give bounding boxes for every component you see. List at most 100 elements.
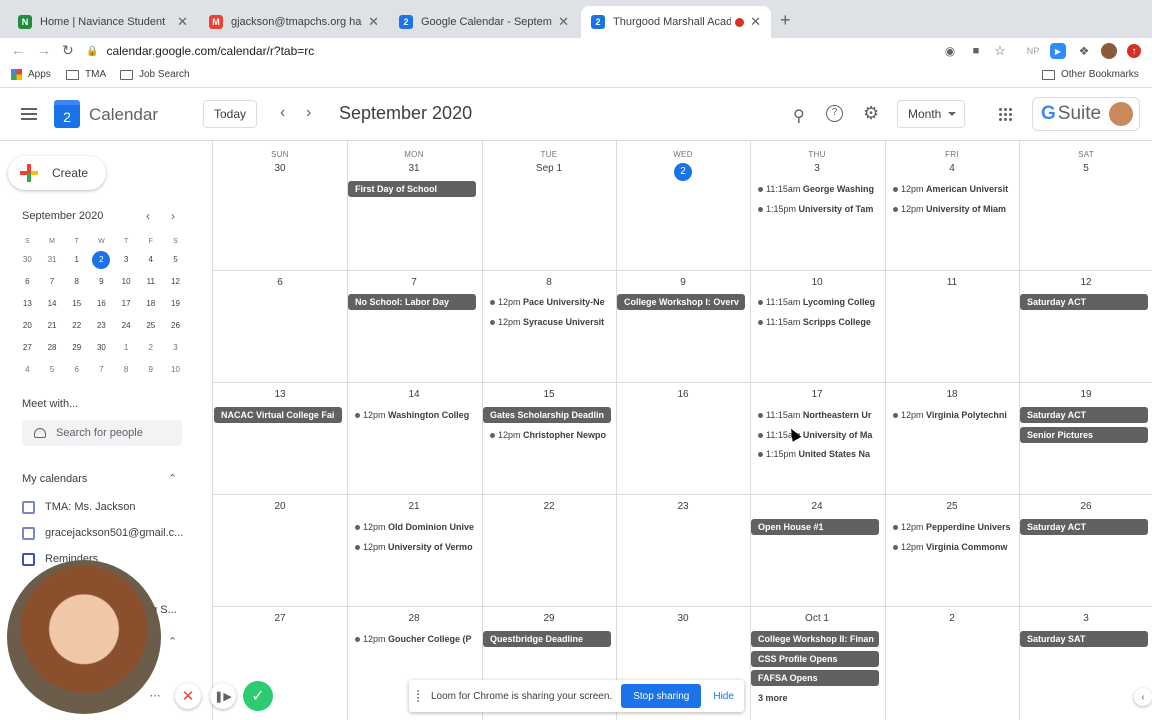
all-day-event[interactable]: Gates Scholarship Deadlin bbox=[483, 407, 611, 423]
mini-day[interactable]: 14 bbox=[40, 293, 65, 315]
mini-day[interactable]: 10 bbox=[163, 359, 188, 381]
more-events-link[interactable]: 3 more bbox=[751, 690, 879, 706]
np-extension-icon[interactable]: NP bbox=[1024, 43, 1042, 59]
day-number[interactable]: 14 bbox=[347, 389, 481, 400]
mini-day[interactable]: 9 bbox=[89, 271, 114, 293]
mini-day[interactable]: 30 bbox=[89, 337, 114, 359]
timed-event[interactable]: 12pm Washington Colleg bbox=[355, 407, 479, 423]
pause-recording-icon[interactable]: ❚▶ bbox=[210, 683, 236, 709]
mini-day[interactable]: 29 bbox=[64, 337, 89, 359]
mini-day[interactable]: 24 bbox=[114, 315, 139, 337]
all-day-event[interactable]: CSS Profile Opens bbox=[751, 650, 879, 667]
mini-day[interactable]: 13 bbox=[15, 293, 40, 315]
all-day-event[interactable]: No School: Labor Day bbox=[348, 294, 476, 310]
day-number[interactable]: Oct 1 bbox=[750, 613, 884, 624]
day-number[interactable]: 19 bbox=[1019, 389, 1152, 400]
timed-event[interactable]: 12pm University of Vermo bbox=[355, 539, 479, 555]
close-tab-icon[interactable]: ✕ bbox=[368, 14, 379, 30]
bookmark-tma[interactable]: TMA bbox=[66, 69, 106, 80]
main-menu-icon[interactable] bbox=[21, 108, 37, 120]
update-icon[interactable]: ↑ bbox=[1127, 44, 1141, 58]
mini-day[interactable]: 26 bbox=[163, 315, 188, 337]
mini-next-icon[interactable]: › bbox=[171, 209, 175, 223]
day-number[interactable]: 18 bbox=[885, 389, 1019, 400]
day-number[interactable]: 3 bbox=[750, 163, 884, 174]
day-number[interactable]: 20 bbox=[213, 501, 347, 512]
browser-tab[interactable]: 2 Thurgood Marshall Academ ✕ bbox=[581, 6, 771, 38]
gsuite-account-button[interactable]: G Suite bbox=[1032, 97, 1140, 131]
mini-day[interactable]: 8 bbox=[64, 271, 89, 293]
drag-handle-icon[interactable] bbox=[417, 690, 423, 702]
mini-day[interactable]: 1 bbox=[64, 249, 89, 271]
day-number[interactable]: 10 bbox=[750, 277, 884, 288]
close-tab-icon[interactable]: ✕ bbox=[750, 14, 761, 30]
day-number[interactable]: 2 bbox=[885, 613, 1019, 624]
help-icon[interactable]: ? bbox=[826, 105, 843, 122]
day-number[interactable]: 23 bbox=[616, 501, 750, 512]
mini-day[interactable]: 20 bbox=[15, 315, 40, 337]
all-day-event[interactable]: College Workshop I: Overv bbox=[617, 294, 745, 310]
day-number[interactable]: 21 bbox=[347, 501, 481, 512]
day-number[interactable]: 31 bbox=[347, 163, 481, 174]
side-panel-toggle-icon[interactable]: ‹ bbox=[1134, 688, 1152, 706]
day-number[interactable]: 7 bbox=[347, 277, 481, 288]
other-bookmarks[interactable]: Other Bookmarks bbox=[1042, 69, 1139, 80]
mini-day[interactable]: 28 bbox=[40, 337, 65, 359]
day-number[interactable]: 15 bbox=[482, 389, 616, 400]
mini-day[interactable]: 11 bbox=[138, 271, 163, 293]
mini-day[interactable]: 31 bbox=[40, 249, 65, 271]
camera-icon[interactable]: ■ bbox=[968, 43, 984, 59]
day-number[interactable]: 11 bbox=[885, 277, 1019, 288]
timed-event[interactable]: 12pm Goucher College (P bbox=[355, 631, 479, 647]
timed-event[interactable]: 12pm Virginia Polytechni bbox=[893, 407, 1017, 423]
mini-day[interactable]: 9 bbox=[138, 359, 163, 381]
timed-event[interactable]: 11:15am University of Ma bbox=[758, 427, 882, 443]
browser-tab[interactable]: 2 Google Calendar - September ✕ bbox=[389, 6, 579, 38]
day-number[interactable]: 6 bbox=[213, 277, 347, 288]
puzzle-icon[interactable]: ❖ bbox=[1076, 43, 1092, 59]
day-number[interactable]: 29 bbox=[482, 613, 616, 624]
mini-day[interactable]: 6 bbox=[15, 271, 40, 293]
mini-day[interactable]: 21 bbox=[40, 315, 65, 337]
mini-day[interactable]: 27 bbox=[15, 337, 40, 359]
timed-event[interactable]: 12pm Virginia Commonw bbox=[893, 539, 1017, 555]
close-tab-icon[interactable]: ✕ bbox=[558, 14, 569, 30]
timed-event[interactable]: 12pm Pace University-Ne bbox=[490, 294, 614, 310]
forward-icon[interactable]: → bbox=[37, 42, 51, 58]
timed-event[interactable]: 1:15pm University of Tam bbox=[758, 201, 882, 217]
all-day-event[interactable]: Saturday ACT bbox=[1020, 519, 1148, 535]
new-tab-button[interactable]: + bbox=[780, 10, 791, 31]
chevron-up-icon[interactable]: ⌃ bbox=[168, 635, 177, 648]
timed-event[interactable]: 11:15am Lycoming Colleg bbox=[758, 294, 882, 310]
mini-day[interactable]: 4 bbox=[138, 249, 163, 271]
mini-day[interactable]: 12 bbox=[163, 271, 188, 293]
mini-day[interactable]: 22 bbox=[64, 315, 89, 337]
my-calendars-heading[interactable]: My calendars bbox=[22, 473, 87, 485]
checkbox[interactable] bbox=[22, 526, 35, 540]
bookmark-job-search[interactable]: Job Search bbox=[120, 69, 190, 80]
webcam-bubble[interactable] bbox=[7, 560, 161, 714]
day-number[interactable]: 17 bbox=[750, 389, 884, 400]
calendar-item-tma[interactable]: TMA: Ms. Jackson bbox=[22, 498, 135, 516]
mini-day[interactable]: 7 bbox=[40, 271, 65, 293]
profile-avatar[interactable] bbox=[1101, 43, 1117, 59]
finish-recording-icon[interactable]: ✓ bbox=[243, 681, 273, 711]
view-switcher[interactable]: Month bbox=[897, 100, 965, 128]
all-day-event[interactable]: Saturday ACT bbox=[1020, 294, 1148, 310]
timed-event[interactable]: 12pm Syracuse Universit bbox=[490, 314, 614, 330]
mini-day[interactable]: 8 bbox=[114, 359, 139, 381]
chevron-up-icon[interactable]: ⌃ bbox=[168, 472, 177, 485]
day-number[interactable]: 30 bbox=[616, 613, 750, 624]
checkbox[interactable] bbox=[22, 552, 35, 566]
hide-button[interactable]: Hide bbox=[713, 691, 734, 702]
day-number[interactable]: 3 bbox=[1019, 613, 1152, 624]
mini-day[interactable]: 25 bbox=[138, 315, 163, 337]
all-day-event[interactable]: Questbridge Deadline bbox=[483, 631, 611, 647]
mini-day[interactable]: 30 bbox=[15, 249, 40, 271]
mini-day[interactable]: 3 bbox=[163, 337, 188, 359]
timed-event[interactable]: 11:15am George Washing bbox=[758, 181, 882, 197]
cancel-recording-icon[interactable]: ✕ bbox=[175, 683, 201, 709]
day-number[interactable]: 25 bbox=[885, 501, 1019, 512]
day-number[interactable]: 28 bbox=[347, 613, 481, 624]
mini-day[interactable]: 15 bbox=[64, 293, 89, 315]
